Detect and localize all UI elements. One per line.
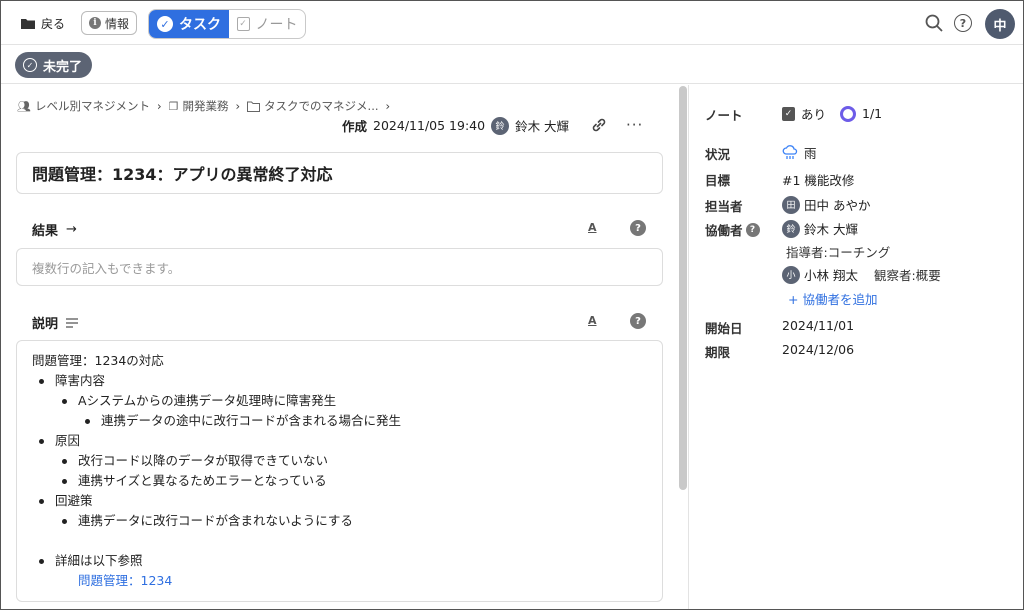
note-check-icon: ✓ <box>782 106 795 121</box>
breadcrumb-item[interactable]: レベル別マネジメント <box>35 98 150 114</box>
due-prop-label: 期限 <box>705 345 731 360</box>
result-heading-label: 結果 <box>32 224 59 239</box>
assignee-prop-value[interactable]: 田 田中 あやか <box>782 195 870 214</box>
help-icon[interactable]: ? <box>630 220 646 236</box>
description-link[interactable]: 問題管理：1234 <box>32 571 647 591</box>
folder-outline-icon <box>247 101 261 112</box>
author-name: 鈴木 大輝 <box>515 119 570 134</box>
description-line: 連携データに改行コードが含まれないようにする <box>32 511 647 531</box>
help-icon[interactable]: ? <box>630 313 646 329</box>
created-meta: 作成 2024/11/05 19:40 鈴 鈴木 大輝 <box>342 116 569 135</box>
copy-icon: ❐ <box>168 99 179 113</box>
collaborator-avatar: 鈴 <box>782 219 800 238</box>
tab-note[interactable]: ✓ ノート <box>229 10 305 38</box>
goal-prop-label: 目標 <box>705 173 731 188</box>
link-icon[interactable] <box>590 116 608 134</box>
check-circle-icon: ✓ <box>157 16 173 32</box>
description-heading: 説明 <box>32 313 79 332</box>
collaborator-item[interactable]: 小 小林 翔太 観察者:概要 <box>782 265 941 284</box>
collaborator-name: 鈴木 大輝 <box>804 222 858 237</box>
note-count: 1/1 <box>862 106 883 121</box>
assignee-prop-label: 担当者 <box>705 199 743 214</box>
scrollbar-thumb[interactable] <box>679 86 687 490</box>
task-title-field[interactable]: 問題管理：1234：アプリの異常終了対応 <box>16 152 663 194</box>
created-at: 2024/11/05 19:40 <box>373 118 486 133</box>
collaborator-avatar: 小 <box>782 265 800 284</box>
panel-divider <box>688 85 689 609</box>
check-circle-icon: ✓ <box>23 58 37 72</box>
collab-prop-label: 協働者 ? <box>705 220 760 239</box>
top-bar: 戻る i 情報 ✓ タスク ✓ ノート ? 中 <box>1 1 1023 45</box>
note-check-icon: ✓ <box>236 17 250 31</box>
text-format-icon[interactable]: A <box>588 221 597 234</box>
status-prop-label: 状況 <box>705 147 731 162</box>
status-prop-value[interactable]: 雨 <box>782 143 817 162</box>
note-value: あり <box>801 107 827 122</box>
breadcrumb: 👥︎ レベル別マネジメント › ❐ 開発業務 › タスクでのマネジメ... › <box>17 98 393 114</box>
description-heading-label: 説明 <box>32 317 59 332</box>
rain-cloud-icon <box>782 144 798 159</box>
due-date-value[interactable]: 2024/12/06 <box>782 342 854 357</box>
more-icon[interactable]: ··· <box>626 116 643 134</box>
add-collaborator-button[interactable]: + 協働者を追加 <box>788 289 877 308</box>
user-avatar[interactable]: 中 <box>985 9 1015 39</box>
collaborator-name: 小林 翔太 <box>804 268 858 283</box>
text-format-icon[interactable]: A <box>588 314 597 327</box>
status-badge[interactable]: ✓ 未完了 <box>15 52 93 78</box>
search-icon[interactable] <box>925 14 943 32</box>
description-line: 連携サイズと異なるためエラーとなっている <box>32 471 647 491</box>
tab-task[interactable]: ✓ タスク <box>149 10 229 38</box>
help-icon[interactable]: ? <box>954 14 972 32</box>
collaborator-role: 観察者:概要 <box>873 268 941 283</box>
result-input[interactable]: 複数行の記入もできます。 <box>16 248 663 286</box>
description-line: Aシステムからの連携データ処理時に障害発生 <box>32 391 647 411</box>
back-button[interactable]: 戻る <box>21 12 65 34</box>
start-date-value[interactable]: 2024/11/01 <box>782 318 854 333</box>
author-avatar: 鈴 <box>491 116 510 135</box>
folder-icon <box>21 18 35 29</box>
collaborator-item[interactable]: 鈴 鈴木 大輝 <box>782 219 858 238</box>
description-line: 連携データの途中に改行コードが含まれる場合に発生 <box>32 411 647 431</box>
chevron-right-icon: › <box>156 99 162 113</box>
arrow-right-icon: → <box>66 222 77 237</box>
users-icon: 👥︎ <box>17 99 31 113</box>
tab-task-label: タスク <box>179 17 221 33</box>
description-field[interactable]: 問題管理：1234の対応 障害内容 Aシステムからの連携データ処理時に障害発生 … <box>16 340 663 602</box>
chevron-right-icon: › <box>385 99 391 113</box>
created-label: 作成 <box>342 119 368 134</box>
breadcrumb-item[interactable]: 開発業務 <box>182 98 228 114</box>
collab-label: 協働者 <box>705 223 743 238</box>
description-line: 詳細は以下参照 <box>32 551 647 571</box>
breadcrumb-item[interactable]: タスクでのマネジメ... <box>264 98 378 114</box>
info-button[interactable]: i 情報 <box>81 11 138 35</box>
description-line: 問題管理：1234の対応 <box>32 353 164 368</box>
description-line: 回避策 <box>32 491 647 511</box>
status-value: 雨 <box>804 146 817 161</box>
status-bar: ✓ 未完了 <box>1 45 1023 84</box>
status-label: 未完了 <box>43 59 83 75</box>
note-prop-label: ノート <box>705 108 743 123</box>
result-heading: 結果 → <box>32 220 77 239</box>
lines-icon <box>66 317 79 328</box>
note-prop-value[interactable]: ✓ あり 1/1 <box>782 104 882 123</box>
description-line: 障害内容 <box>32 371 647 391</box>
goal-prop-value[interactable]: #1 機能改修 <box>782 170 854 189</box>
collaborator-role: 指導者:コーチング <box>786 245 891 260</box>
chevron-right-icon: › <box>235 99 241 113</box>
description-line: 改行コード以降のデータが取得できていない <box>32 451 647 471</box>
info-label: 情報 <box>105 16 130 31</box>
view-toggle: ✓ タスク ✓ ノート <box>148 9 306 39</box>
assignee-name: 田中 あやか <box>804 198 871 213</box>
progress-ring-icon <box>840 105 857 122</box>
description-line: 原因 <box>32 431 647 451</box>
start-prop-label: 開始日 <box>705 321 743 336</box>
tab-note-label: ノート <box>255 17 298 33</box>
back-label: 戻る <box>41 16 66 31</box>
help-icon[interactable]: ? <box>745 222 760 237</box>
info-icon: i <box>89 17 101 29</box>
assignee-avatar: 田 <box>782 195 800 214</box>
